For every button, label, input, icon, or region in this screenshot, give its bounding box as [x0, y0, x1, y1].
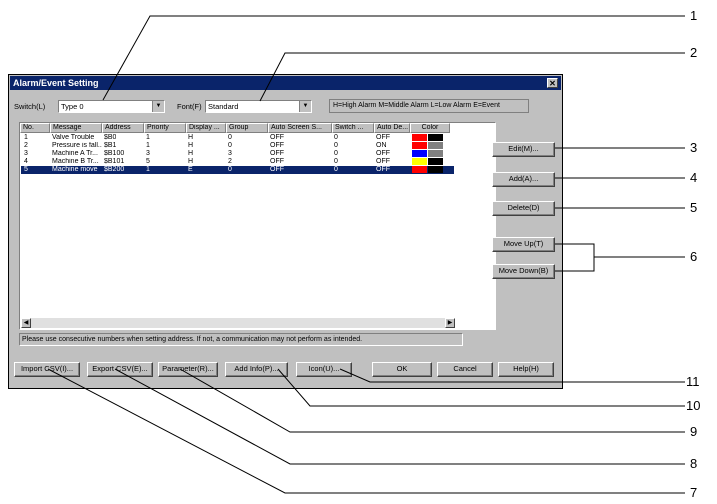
callout-line-10: [277, 368, 685, 407]
callout-line-2: [259, 52, 685, 102]
callout-lines: [47, 15, 685, 494]
callout-number-11: 11: [686, 374, 700, 389]
callout-line-7: [47, 368, 685, 494]
callout-number-5: 5: [690, 200, 698, 215]
callout-line-1: [102, 15, 685, 101]
callout-number-7: 7: [690, 485, 698, 500]
callout-line-6: [555, 243, 595, 272]
callout-number-1: 1: [690, 8, 698, 23]
callout-number-10: 10: [686, 398, 701, 413]
callout-line-9: [179, 368, 685, 433]
callout-number-3: 3: [690, 140, 698, 155]
callout-number-2: 2: [690, 45, 698, 60]
callout-line-8: [114, 368, 685, 465]
callout-line-11: [339, 368, 685, 383]
callout-number-4: 4: [690, 170, 698, 185]
callout-number-9: 9: [690, 424, 698, 439]
callout-number-8: 8: [690, 456, 698, 471]
callout-number-6: 6: [690, 249, 698, 264]
